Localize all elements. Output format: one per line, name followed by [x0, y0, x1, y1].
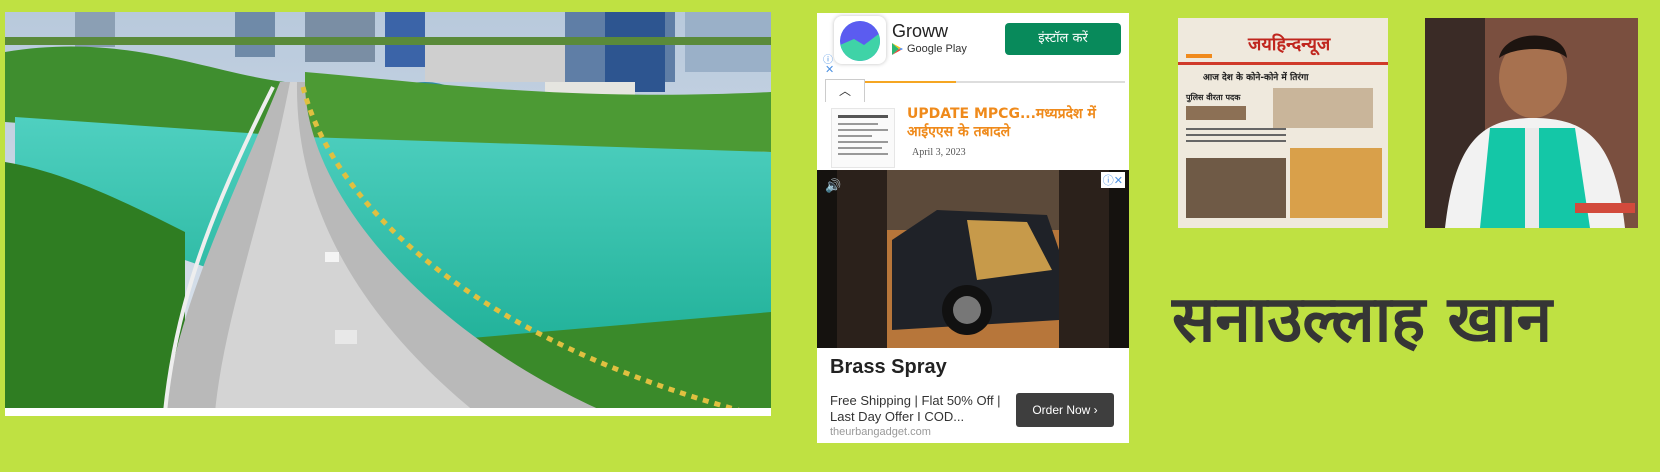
- newspaper-masthead: जयहिन्दन्यूज: [1247, 33, 1331, 56]
- article-title-link[interactable]: UPDATE MPCG...मध्यप्रदेश में आईएएस के तब…: [907, 105, 1117, 141]
- hero-photo-frame: [5, 12, 771, 416]
- article-thumbnail[interactable]: [831, 108, 895, 168]
- app-name[interactable]: Groww: [892, 21, 948, 42]
- person-portrait: [1425, 18, 1638, 228]
- install-button[interactable]: इंस्टॉल करें: [1005, 23, 1121, 55]
- document-icon: [838, 115, 888, 155]
- ad-headline[interactable]: Brass Spray: [830, 356, 947, 379]
- google-play-badge: Google Play: [892, 43, 967, 55]
- ad-domain[interactable]: theurbangadget.com: [830, 426, 931, 438]
- chevron-right-icon: ›: [1093, 403, 1098, 417]
- ad-panel: Groww Google Play इंस्टॉल करें ⓘ ✕ ︿ UPD…: [817, 13, 1129, 443]
- store-label: Google Play: [907, 43, 967, 55]
- ad-description: Free Shipping | Flat 50% Off | Last Day …: [830, 393, 1001, 424]
- groww-logo-icon: [840, 21, 880, 61]
- ad-progress-fill: [865, 81, 956, 83]
- newspaper-headline: आज देश के कोने-कोने में तिरंगा: [1203, 71, 1309, 83]
- ad-progress-bar: [865, 81, 1125, 83]
- person-name-heading: सनाउल्लाह खान: [1172, 283, 1552, 357]
- google-play-icon: [892, 43, 903, 55]
- collapse-chevron-up-icon[interactable]: ︿: [825, 79, 865, 102]
- ad-close-icon[interactable]: ✕: [825, 63, 834, 76]
- order-now-label: Order Now: [1032, 403, 1091, 417]
- politician-photo[interactable]: [1425, 18, 1638, 228]
- speaker-icon[interactable]: 🔊: [825, 178, 841, 194]
- car-video-frame: [817, 170, 1129, 348]
- article-date: April 3, 2023: [912, 147, 966, 158]
- ad-video[interactable]: 🔊 ⓘ✕: [817, 170, 1129, 348]
- groww-app-icon[interactable]: [834, 16, 886, 64]
- newspaper-subhead: पुलिस वीरता पदक: [1185, 92, 1241, 103]
- newspaper-page: जयहिन्दन्यूज आज देश के कोने-कोने में तिर…: [1178, 18, 1388, 228]
- newspaper-image[interactable]: जयहिन्दन्यूज आज देश के कोने-कोने में तिर…: [1178, 18, 1388, 228]
- hero-photo[interactable]: [5, 12, 771, 412]
- adchoices-close-icon[interactable]: ⓘ✕: [1100, 172, 1125, 188]
- order-now-button[interactable]: Order Now ›: [1016, 393, 1114, 427]
